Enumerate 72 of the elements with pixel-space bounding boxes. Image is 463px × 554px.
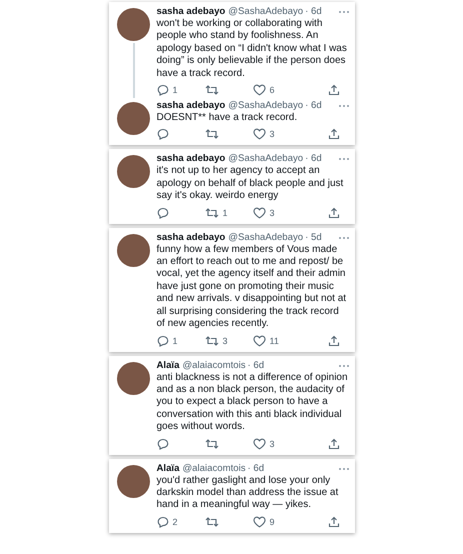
share-icon[interactable]	[328, 84, 340, 96]
avatar[interactable]	[117, 8, 150, 41]
reply-count: 1	[172, 85, 178, 96]
user-name[interactable]: sasha adebayo	[156, 232, 226, 244]
tweet-text: it's not up to her agency to accept an apology on behalf of black people and just say it's okay. weirdo energy	[156, 165, 344, 203]
timestamp: · 6d	[305, 100, 322, 112]
tweet-text: anti blackness is not a difference of opinion and as a non black person, the audacity of you to expect a black person to have a conversation with this anti black individual goes without words.	[156, 372, 349, 434]
like-count: 11	[270, 336, 279, 346]
user-name[interactable]: Alaïa	[156, 360, 180, 372]
tweet-text: won't be working or collaborating with people who stand by foolishness. An apology based on “I didn't know what I was doing” is only believable if the person does have a track record.	[156, 18, 348, 80]
reply-icon[interactable]	[156, 438, 168, 450]
share-icon[interactable]	[328, 516, 340, 528]
more-icon[interactable]	[338, 10, 350, 14]
reply-icon[interactable]	[156, 84, 168, 96]
user-name[interactable]: Alaïa	[156, 462, 180, 475]
share-icon[interactable]	[328, 438, 340, 450]
more-icon[interactable]	[338, 364, 350, 368]
retweet-icon[interactable]	[204, 334, 218, 346]
heart-icon[interactable]	[252, 438, 266, 450]
thread-line	[132, 43, 134, 98]
like-count: 6	[270, 85, 275, 96]
avatar[interactable]	[117, 234, 150, 267]
retweet-count: 1	[222, 208, 228, 218]
heart-icon[interactable]	[252, 206, 266, 219]
more-icon[interactable]	[338, 466, 350, 471]
reply-icon[interactable]	[156, 128, 168, 140]
user-name[interactable]: sasha adebayo	[156, 6, 226, 18]
avatar[interactable]	[117, 464, 150, 498]
timestamp: · 6d	[305, 153, 322, 166]
user-name[interactable]: sasha adebayo	[156, 153, 226, 166]
retweet-count: 3	[222, 336, 228, 346]
user-handle: @SashaAdebayo	[228, 232, 304, 244]
reply-icon[interactable]	[156, 206, 168, 219]
retweet-icon[interactable]	[204, 84, 218, 96]
avatar[interactable]	[117, 362, 150, 394]
retweet-icon[interactable]	[204, 438, 218, 450]
like-count: 9	[270, 516, 275, 527]
like-count: 3	[270, 208, 275, 218]
share-icon[interactable]	[328, 206, 340, 219]
like-count: 3	[270, 438, 275, 449]
more-icon[interactable]	[338, 157, 350, 162]
timestamp: · 6d	[248, 360, 264, 372]
tweet-text: DOESNT** have a track record.	[156, 112, 298, 124]
more-icon[interactable]	[338, 104, 350, 108]
avatar[interactable]	[117, 102, 150, 136]
user-handle: @SashaAdebayo	[228, 100, 304, 112]
user-handle: @alaiacomtois	[182, 462, 246, 475]
share-icon[interactable]	[328, 334, 340, 346]
tweet-text: you'd rather gaslight and lose your only darkskin model than address the issue at hand in a meaningful way — yikes.	[156, 474, 340, 512]
heart-icon[interactable]	[252, 516, 266, 528]
retweet-icon[interactable]	[204, 516, 218, 528]
heart-icon[interactable]	[252, 334, 266, 346]
retweet-icon[interactable]	[204, 206, 218, 219]
user-handle: @alaiacomtois	[182, 360, 246, 372]
like-count: 3	[270, 129, 275, 140]
avatar[interactable]	[117, 155, 150, 188]
retweet-icon[interactable]	[204, 128, 218, 140]
more-icon[interactable]	[338, 236, 350, 240]
reply-icon[interactable]	[156, 516, 168, 528]
timestamp: · 6d	[305, 6, 322, 18]
heart-icon[interactable]	[252, 128, 266, 140]
timestamp: · 6d	[248, 462, 264, 475]
heart-icon[interactable]	[252, 84, 266, 96]
reply-count: 1	[172, 336, 178, 346]
share-icon[interactable]	[328, 128, 340, 140]
user-handle: @SashaAdebayo	[228, 153, 304, 166]
tweet-text: funny how a few members of Vous made an effort to reach out to me and repost/ be vocal, yet the agency itself and their admin have just gone on promoting their music and new arrivals. v disappointing but not at all surprising considering the track record of new agencies recently.	[156, 244, 348, 330]
reply-icon[interactable]	[156, 334, 168, 346]
timestamp: · 5d	[305, 232, 322, 244]
user-handle: @SashaAdebayo	[228, 6, 304, 18]
user-name[interactable]: sasha adebayo	[156, 100, 226, 112]
reply-count: 2	[172, 516, 178, 527]
